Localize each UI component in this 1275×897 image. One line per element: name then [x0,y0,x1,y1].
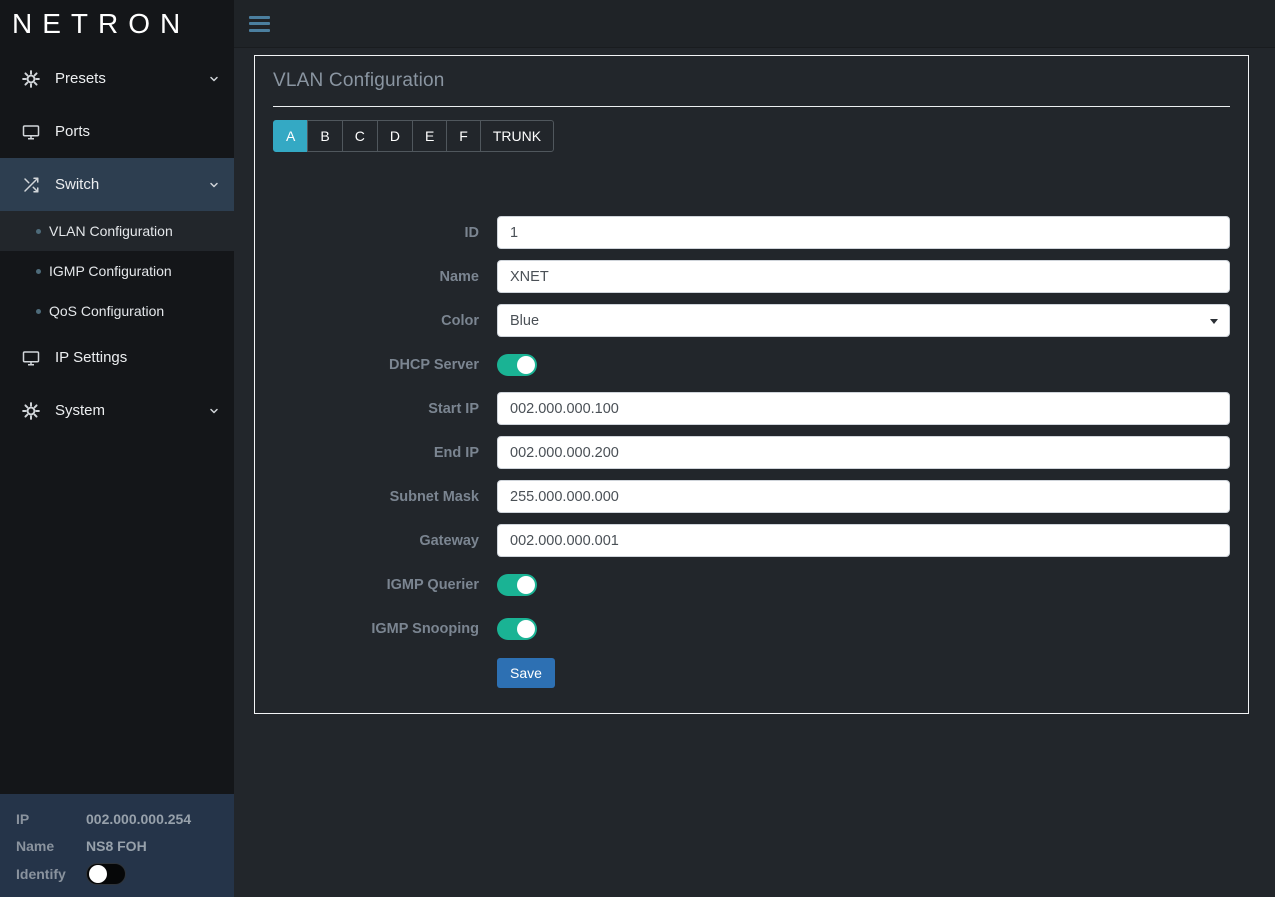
sidebar-submenu-switch: VLAN Configuration IGMP Configuration QoS … [0,211,234,331]
start-ip-label: Start IP [273,401,497,417]
vlan-tab-b[interactable]: B [307,120,342,152]
sidebar-subitem-qos-configuration[interactable]: QoS Configuration [0,291,234,331]
igmp-snooping-row: IGMP Snooping [273,612,1230,645]
sidebar-subitem-label: VLAN Configuration [49,223,173,239]
toggle-knob [517,356,535,374]
sidebar-item-switch[interactable]: Switch [0,158,234,211]
topbar [234,0,1275,48]
hamburger-menu-icon[interactable] [249,12,270,35]
chevron-down-icon [208,179,220,191]
sidebar-item-ports[interactable]: Ports [0,105,234,158]
end-ip-row: End IP [273,436,1230,469]
toggle-knob [517,576,535,594]
dhcp-server-label: DHCP Server [273,357,497,373]
sidebar-item-label: Switch [55,176,99,193]
sidebar-subitem-label: IGMP Configuration [49,263,172,279]
id-input[interactable] [497,216,1230,249]
vlan-form: ID Name ColorBlue DHCP Server Start IP End IP… [273,216,1230,689]
sidebar-subitem-igmp-configuration[interactable]: IGMP Configuration [0,251,234,291]
toggle-knob [517,620,535,638]
id-row: ID [273,216,1230,249]
status-identify-row: Identify [16,863,218,885]
name-row: Name [273,260,1230,293]
dhcp-server-toggle[interactable] [497,354,537,376]
start-ip-input[interactable] [497,392,1230,425]
status-name-row: Name NS8 FOH [16,836,218,856]
shuffle-icon [22,176,42,194]
main-area: VLAN Configuration ABCDEFTRUNK ID Name Col… [234,0,1275,897]
save-button[interactable]: Save [497,658,555,688]
vlan-tab-trunk[interactable]: TRUNK [480,120,554,152]
sidebar-item-presets[interactable]: Presets [0,52,234,105]
device-name-value: NS8 FOH [86,838,147,854]
vlan-configuration-panel: VLAN Configuration ABCDEFTRUNK ID Name Col… [254,55,1249,714]
vlan-tab-d[interactable]: D [377,120,413,152]
panel-title: VLAN Configuration [273,70,1230,92]
gear-icon [22,70,42,88]
sidebar-item-label: Presets [55,70,106,87]
end-ip-label: End IP [273,445,497,461]
status-ip-row: IP 002.000.000.254 [16,809,218,829]
toggle-knob [89,865,107,883]
vlan-tab-c[interactable]: C [342,120,378,152]
vlan-tab-a[interactable]: A [273,120,308,152]
subnet-mask-input[interactable] [497,480,1230,513]
end-ip-input[interactable] [497,436,1230,469]
sidebar: NETRON Presets Ports Switch VLAN Configurat… [0,0,234,897]
sidebar-subitem-label: QoS Configuration [49,303,164,319]
subnet-mask-row: Subnet Mask [273,480,1230,513]
color-label: Color [273,313,497,329]
ip-value: 002.000.000.254 [86,811,191,827]
igmp-querier-toggle[interactable] [497,574,537,596]
gateway-row: Gateway [273,524,1230,557]
subnet-mask-label: Subnet Mask [273,489,497,505]
color-select-wrap: Blue [497,304,1230,337]
sidebar-item-label: System [55,402,105,419]
start-ip-row: Start IP [273,392,1230,425]
app-root: NETRON Presets Ports Switch VLAN Configurat… [0,0,1275,897]
igmp-snooping-label: IGMP Snooping [273,621,497,637]
device-name-label: Name [16,838,86,854]
chevron-down-icon [208,405,220,417]
vlan-tab-f[interactable]: F [446,120,481,152]
color-select[interactable]: Blue [497,304,1230,337]
sidebar-item-system[interactable]: System [0,384,234,437]
id-label: ID [273,225,497,241]
identify-toggle[interactable] [86,863,126,885]
igmp-snooping-toggle[interactable] [497,618,537,640]
panel-divider [273,106,1230,107]
name-label: Name [273,269,497,285]
monitor-icon [22,123,42,141]
bullet-icon [36,309,41,314]
igmp-querier-row: IGMP Querier [273,568,1230,601]
ip-label: IP [16,811,86,827]
bullet-icon [36,229,41,234]
igmp-querier-label: IGMP Querier [273,577,497,593]
sidebar-subitem-vlan-configuration[interactable]: VLAN Configuration [0,211,234,251]
bullet-icon [36,269,41,274]
chevron-down-icon [208,73,220,85]
sidebar-nav: Presets Ports Switch VLAN Configuration IGMP… [0,48,234,437]
device-status-panel: IP 002.000.000.254 Name NS8 FOH Identify [0,794,234,897]
gear-icon [22,402,42,420]
sidebar-item-label: Ports [55,123,90,140]
content-area: VLAN Configuration ABCDEFTRUNK ID Name Col… [234,48,1275,897]
vlan-form-rows: ID Name ColorBlue DHCP Server Start IP End IP… [273,216,1230,645]
monitor-icon [22,349,42,367]
sidebar-item-label: IP Settings [55,349,127,366]
sidebar-item-ip-settings[interactable]: IP Settings [0,331,234,384]
identify-label: Identify [16,866,86,882]
vlan-tabs: ABCDEFTRUNK [273,120,1230,152]
vlan-tab-e[interactable]: E [412,120,447,152]
gateway-input[interactable] [497,524,1230,557]
color-row: ColorBlue [273,304,1230,337]
netron-logo: NETRON [0,0,234,48]
dhcp-server-row: DHCP Server [273,348,1230,381]
name-input[interactable] [497,260,1230,293]
save-row: Save [273,656,1230,689]
gateway-label: Gateway [273,533,497,549]
